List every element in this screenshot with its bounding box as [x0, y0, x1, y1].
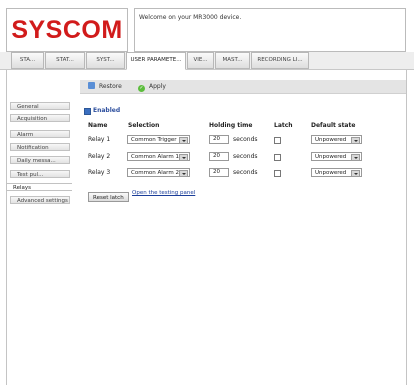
open-testing-panel-link[interactable]: Open the testing panel [132, 190, 195, 196]
restore-button[interactable]: Restore [88, 80, 122, 93]
checkmark-icon: ✓ [138, 85, 145, 92]
relay-selection-value: Common Trigger [131, 137, 177, 143]
logo-box: SYSCOM [6, 8, 128, 52]
latch-checkbox[interactable] [274, 170, 281, 177]
sidebar-item-relays[interactable]: Relays [6, 183, 72, 191]
apply-button[interactable]: ✓ Apply [138, 80, 166, 93]
chevron-down-icon [351, 137, 360, 144]
default-state-select[interactable]: Unpowered [311, 168, 362, 177]
holding-time-input[interactable]: 20 [209, 168, 229, 177]
default-state-value: Unpowered [315, 137, 347, 143]
chevron-down-icon [179, 154, 188, 161]
relay-name: Relay 2 [88, 153, 111, 160]
tab-view[interactable]: VIE... [187, 52, 214, 69]
apply-label: Apply [149, 83, 166, 90]
tab-system[interactable]: SYST... [86, 52, 125, 69]
relay-selection-select[interactable]: Common Trigger [127, 135, 190, 144]
toolbar [80, 80, 406, 94]
restore-label: Restore [99, 83, 122, 90]
holding-time-input[interactable]: 20 [209, 135, 229, 144]
holding-time-unit: seconds [233, 153, 258, 160]
chevron-down-icon [351, 170, 360, 177]
column-header-latch: Latch [274, 122, 293, 129]
content-panel [72, 70, 407, 385]
column-header-default-state: Default state [311, 122, 356, 129]
tab-statistics[interactable]: STAT... [45, 52, 85, 69]
holding-time-unit: seconds [233, 136, 258, 143]
welcome-panel: Welcome on your MR3000 device. [134, 8, 406, 52]
enabled-label: Enabled [93, 107, 121, 114]
column-header-selection: Selection [128, 122, 160, 129]
tab-status[interactable]: STA... [11, 52, 44, 69]
holding-time-unit: seconds [233, 169, 258, 176]
relay-selection-select[interactable]: Common Alarm 1 [127, 152, 190, 161]
latch-checkbox[interactable] [274, 137, 281, 144]
sidebar-item-test-pulse[interactable]: Test pul... [10, 170, 70, 178]
chevron-down-icon [179, 170, 188, 177]
restore-icon [88, 82, 95, 89]
chevron-down-icon [179, 137, 188, 144]
default-state-select[interactable]: Unpowered [311, 135, 362, 144]
relay-selection-value: Common Alarm 1 [131, 154, 179, 160]
default-state-value: Unpowered [315, 170, 347, 176]
sidebar-item-notification[interactable]: Notification [10, 143, 70, 151]
logo: SYSCOM [11, 16, 123, 44]
relay-name: Relay 3 [88, 169, 111, 176]
sidebar-item-daily-message[interactable]: Daily messa... [10, 156, 70, 164]
tab-recording-list[interactable]: RECORDING LI... [251, 52, 309, 69]
default-state-select[interactable]: Unpowered [311, 152, 362, 161]
sidebar-item-general[interactable]: General [10, 102, 70, 110]
relay-selection-value: Common Alarm 2 [131, 170, 179, 176]
tab-master[interactable]: MAST... [215, 52, 250, 69]
tab-user-parameters[interactable]: USER PARAMETE... [126, 52, 186, 70]
enabled-checkbox[interactable] [84, 108, 91, 115]
column-header-name: Name [88, 122, 108, 129]
default-state-value: Unpowered [315, 154, 347, 160]
sidebar-item-advanced-settings[interactable]: Advanced settings [10, 196, 70, 204]
reset-latch-button[interactable]: Reset latch [88, 192, 129, 202]
relay-name: Relay 1 [88, 136, 111, 143]
welcome-message: Welcome on your MR3000 device. [139, 14, 242, 21]
sidebar-item-alarm[interactable]: Alarm [10, 130, 70, 138]
holding-time-input[interactable]: 20 [209, 152, 229, 161]
sidebar-item-acquisition[interactable]: Acquisition [10, 114, 70, 122]
column-header-holding-time: Holding time [209, 122, 253, 129]
chevron-down-icon [351, 154, 360, 161]
relay-selection-select[interactable]: Common Alarm 2 [127, 168, 190, 177]
latch-checkbox[interactable] [274, 154, 281, 161]
